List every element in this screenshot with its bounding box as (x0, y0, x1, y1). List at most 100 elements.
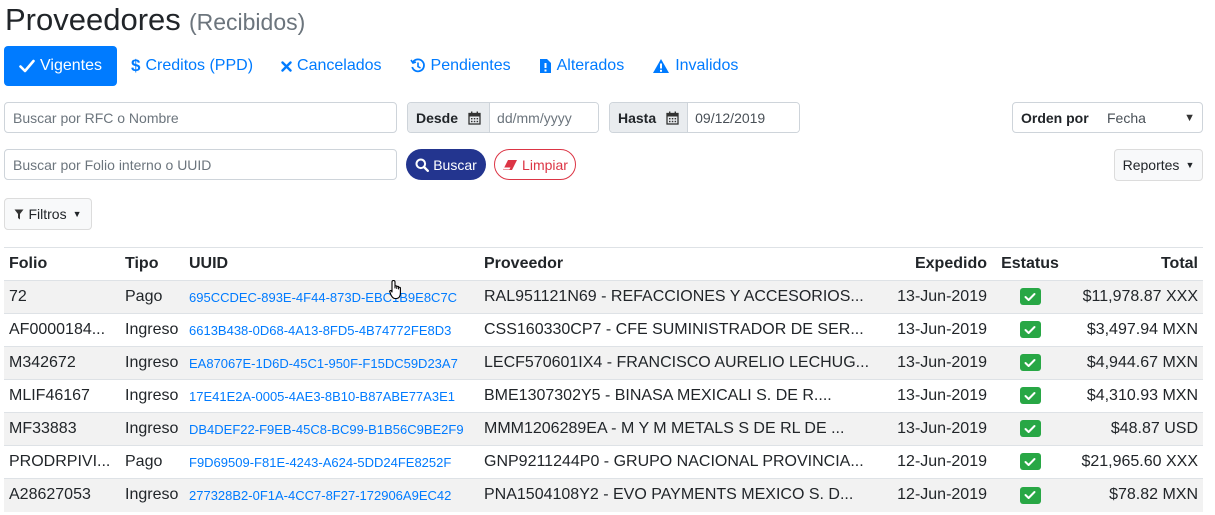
expedido-cell: 13-Jun-2019 (889, 412, 992, 446)
buscar-button[interactable]: Buscar (406, 149, 486, 180)
folio-cell[interactable]: M342672 (4, 346, 120, 380)
estatus-cell (992, 412, 1068, 446)
tab-pendientes[interactable]: Pendientes (396, 46, 525, 86)
reportes-dropdown-button[interactable]: Reportes ▼ (1114, 149, 1203, 181)
tab-creditos[interactable]: $ Creditos (PPD) (117, 46, 267, 86)
warning-icon (652, 58, 670, 74)
page-subtitle: (Recibidos) (188, 9, 306, 35)
estatus-cell (992, 478, 1068, 512)
tab-invalidos[interactable]: Invalidos (638, 46, 752, 86)
proveedor-cell: RAL951121N69 - REFACCIONES Y ACCESORIOS.… (479, 280, 889, 314)
caret-down-icon: ▼ (1185, 160, 1195, 170)
tipo-cell: Ingreso (120, 313, 184, 347)
tab-alterados[interactable]: Alterados (525, 46, 639, 86)
column-header-folio[interactable]: Folio (4, 247, 120, 281)
expedido-cell: 13-Jun-2019 (889, 379, 992, 413)
tipo-cell: Ingreso (120, 478, 184, 512)
check-icon (19, 59, 35, 73)
folio-cell[interactable]: AF0000184... (4, 313, 120, 347)
proveedor-cell: MMM1206289EA - M Y M METALS S DE RL DE .… (479, 412, 889, 446)
tab-vigentes[interactable]: Vigentes (4, 46, 117, 86)
search-folio-input[interactable] (4, 149, 397, 180)
hand-cursor-icon (389, 279, 405, 305)
proveedor-cell: CSS160330CP7 - CFE SUMINISTRADOR DE SER.… (479, 313, 889, 347)
total-cell: $48.87 USD (1068, 412, 1203, 446)
table-row[interactable]: PRODRPIVI... Pago F9D69509-F81E-4243-A624-… (4, 445, 1203, 479)
table-row[interactable]: M342672 Ingreso EA87067E-1D6D-45C1-950F-F1… (4, 346, 1203, 380)
uuid-link[interactable]: 6613B438-0D68-4A13-8FD5-4B74772FE8D3 (184, 313, 479, 347)
tipo-cell: Ingreso (120, 412, 184, 446)
tab-label: Vigentes (40, 57, 102, 74)
column-header-uuid[interactable]: UUID (184, 247, 479, 281)
table-row[interactable]: A28627053 Ingreso 277328B2-0F1A-4CC7-8F27-… (4, 478, 1203, 512)
expedido-cell: 13-Jun-2019 (889, 280, 992, 314)
total-cell: $4,310.93 MXN (1068, 379, 1203, 413)
table-row[interactable]: MF33883 Ingreso DB4DEF22-F9EB-45C8-BC99-B1… (4, 412, 1203, 446)
desde-label-text: Desde (416, 109, 459, 126)
estatus-cell (992, 379, 1068, 413)
check-square-icon (1019, 387, 1041, 405)
check-square-icon (1019, 420, 1041, 438)
tipo-cell: Ingreso (120, 346, 184, 380)
tab-label: Cancelados (297, 57, 382, 74)
search-icon (415, 158, 430, 172)
uuid-link[interactable]: 17E41E2A-0005-4AE3-8B10-B87ABE77A3E1 (184, 379, 479, 413)
folio-cell[interactable]: MLIF46167 (4, 379, 120, 413)
check-square-icon (1019, 486, 1041, 504)
check-square-icon (1019, 354, 1041, 372)
proveedor-cell: BME1307302Y5 - BINASA MEXICALI S. DE R..… (479, 379, 889, 413)
proveedor-cell: GNP9211244P0 - GRUPO NACIONAL PROVINCIA.… (479, 445, 889, 479)
orden-por-select[interactable]: Orden por Fecha ▼ (1012, 102, 1203, 133)
uuid-link[interactable]: 695CCDEC-893E-4F44-873D-EBC1B9E8C7C (184, 280, 479, 314)
desde-label: Desde (408, 103, 491, 132)
estatus-cell (992, 445, 1068, 479)
invoices-table: Folio Tipo UUID Proveedor Expedido Estat… (4, 247, 1203, 512)
proveedor-cell: PNA1504108Y2 - EVO PAYMENTS MEXICO S. D.… (479, 478, 889, 512)
table-row[interactable]: AF0000184... Ingreso 6613B438-0D68-4A13-8F… (4, 313, 1203, 347)
folio-cell[interactable]: 72 (4, 280, 120, 314)
table-header-row: Folio Tipo UUID Proveedor Expedido Estat… (4, 247, 1203, 281)
tab-label: Invalidos (675, 57, 739, 74)
expedido-cell: 12-Jun-2019 (889, 445, 992, 479)
uuid-link[interactable]: F9D69509-F81E-4243-A624-5DD24FE8252F (184, 445, 479, 479)
uuid-link[interactable]: DB4DEF22-F9EB-45C8-BC99-B1B56C9BE2F9 (184, 412, 479, 446)
check-square-icon (1019, 453, 1041, 471)
total-cell: $4,944.67 MXN (1068, 346, 1203, 380)
folio-cell[interactable]: MF33883 (4, 412, 120, 446)
desde-date-input[interactable] (490, 103, 598, 132)
search-rfc-input[interactable] (4, 102, 397, 133)
caret-down-icon: ▼ (1184, 111, 1195, 124)
expedido-cell: 13-Jun-2019 (889, 313, 992, 347)
estatus-cell (992, 313, 1068, 347)
folio-cell[interactable]: PRODRPIVI... (4, 445, 120, 479)
check-square-icon (1019, 321, 1041, 339)
tipo-cell: Pago (120, 280, 184, 314)
page-title: Proveedores (Recibidos) (5, 0, 305, 40)
estatus-cell (992, 280, 1068, 314)
limpiar-label: Limpiar (522, 156, 568, 173)
uuid-link[interactable]: EA87067E-1D6D-45C1-950F-F15DC59D23A7 (184, 346, 479, 380)
folio-cell[interactable]: A28627053 (4, 478, 120, 512)
times-icon (281, 60, 292, 72)
hasta-date-input[interactable] (688, 103, 799, 132)
expedido-cell: 12-Jun-2019 (889, 478, 992, 512)
column-header-proveedor[interactable]: Proveedor (479, 247, 889, 281)
calendar-icon[interactable] (666, 111, 679, 125)
tab-label: Pendientes (430, 57, 511, 74)
hasta-label: Hasta (610, 103, 689, 132)
orden-por-label: Orden por (1021, 109, 1089, 126)
limpiar-button[interactable]: Limpiar (494, 149, 576, 180)
filtros-dropdown-button[interactable]: Filtros ▼ (4, 198, 92, 230)
tab-cancelados[interactable]: Cancelados (267, 46, 396, 86)
tab-label: Alterados (556, 57, 625, 74)
column-header-expedido[interactable]: Expedido (889, 247, 992, 281)
column-header-estatus[interactable]: Estatus (992, 247, 1068, 281)
uuid-link[interactable]: 277328B2-0F1A-4CC7-8F27-172906A9EC42 (184, 478, 479, 512)
calendar-icon[interactable] (468, 111, 481, 125)
column-header-total[interactable]: Total (1068, 247, 1203, 281)
file-alert-icon (539, 58, 552, 74)
table-row[interactable]: MLIF46167 Ingreso 17E41E2A-0005-4AE3-8B10-… (4, 379, 1203, 413)
table-row[interactable]: 72 Pago 695CCDEC-893E-4F44-873D-EBC1B9E8C7… (4, 280, 1203, 314)
column-header-tipo[interactable]: Tipo (120, 247, 184, 281)
tab-bar: Vigentes $ Creditos (PPD) Cancelados Pen… (4, 46, 752, 86)
